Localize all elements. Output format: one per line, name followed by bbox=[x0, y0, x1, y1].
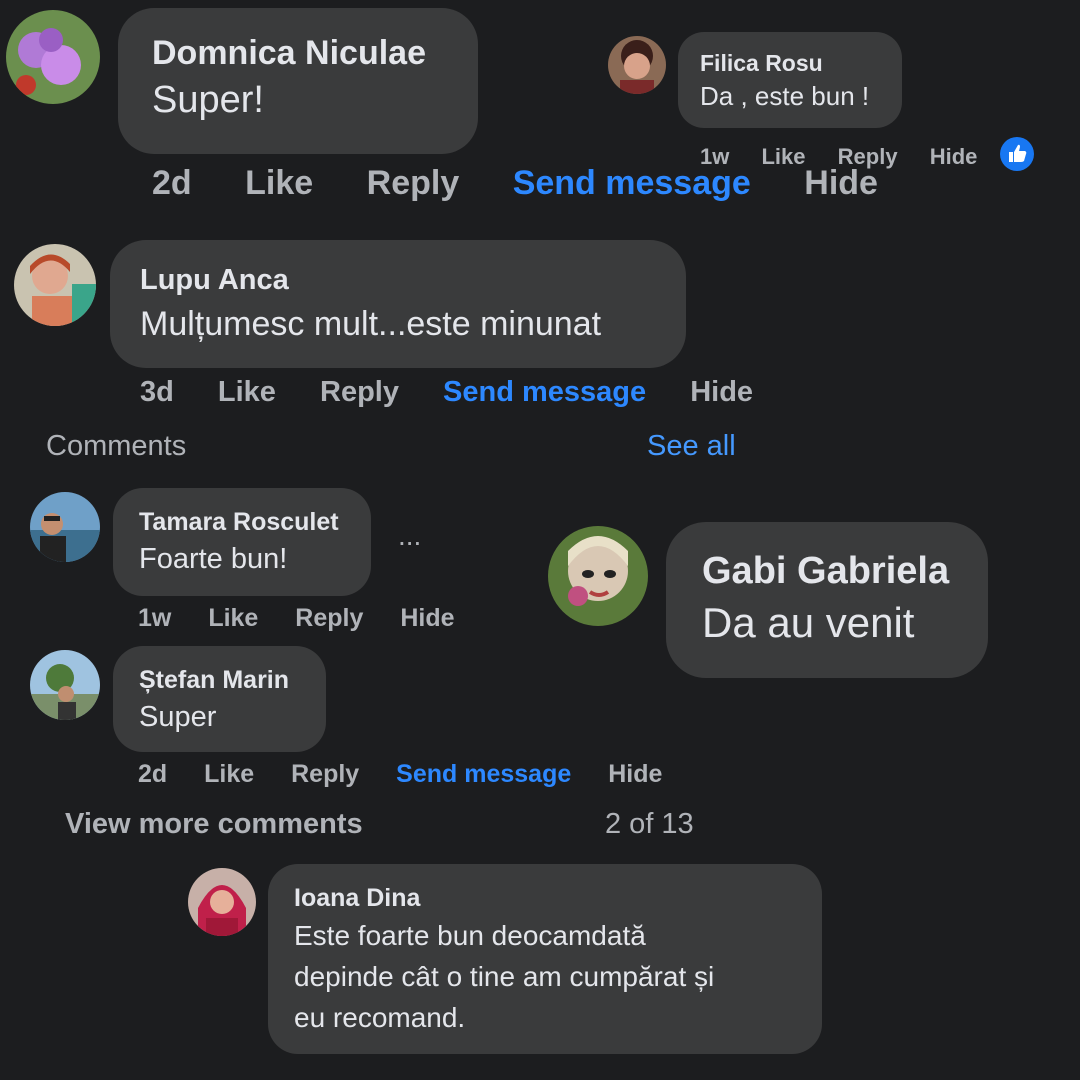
view-more-comments-link[interactable]: View more comments bbox=[65, 808, 363, 841]
like-button[interactable]: Like bbox=[218, 376, 276, 408]
commenter-name[interactable]: Ioana Dina bbox=[294, 884, 796, 913]
commenter-name[interactable]: Domnica Niculae bbox=[152, 34, 444, 73]
hide-button[interactable]: Hide bbox=[690, 376, 753, 408]
like-button[interactable]: Like bbox=[208, 604, 258, 632]
comment-actions: 2d Like Reply Send message Hide bbox=[138, 760, 662, 789]
reply-button[interactable]: Reply bbox=[838, 144, 898, 169]
avatar[interactable] bbox=[548, 526, 648, 626]
reply-button[interactable]: Reply bbox=[320, 376, 399, 408]
comment-bubble: Gabi Gabriela Da au venit bbox=[666, 522, 988, 678]
comment-count: 2 of 13 bbox=[605, 808, 694, 840]
hide-button[interactable]: Hide bbox=[400, 604, 454, 632]
avatar[interactable] bbox=[188, 868, 256, 936]
avatar[interactable] bbox=[30, 492, 100, 562]
comment-text: Mulțumesc mult...este minunat bbox=[140, 305, 602, 343]
comment-bubble: Lupu Anca Mulțumesc mult...este minunat bbox=[110, 240, 686, 368]
reply-button[interactable]: Reply bbox=[367, 164, 460, 202]
commenter-name[interactable]: Lupu Anca bbox=[140, 264, 656, 297]
comment-text: Super! bbox=[152, 79, 264, 121]
commenter-name[interactable]: Filica Rosu bbox=[700, 50, 880, 77]
comment-actions: 1w Like Reply Hide bbox=[700, 144, 977, 170]
timestamp[interactable]: 3d bbox=[140, 376, 174, 408]
commenter-name[interactable]: Tamara Rosculet bbox=[139, 508, 345, 537]
send-message-link[interactable]: Send message bbox=[396, 760, 571, 788]
avatar[interactable] bbox=[30, 650, 100, 720]
avatar[interactable] bbox=[6, 10, 100, 104]
see-all-link[interactable]: See all bbox=[647, 430, 736, 463]
comment-actions: 1w Like Reply Hide bbox=[138, 604, 455, 633]
comment-bubble: Ștefan Marin Super bbox=[113, 646, 326, 752]
comment-bubble: Domnica Niculae Super! bbox=[118, 8, 478, 154]
timestamp[interactable]: 2d bbox=[152, 164, 192, 202]
comment-text: Da au venit bbox=[702, 599, 915, 646]
comment-actions: 3d Like Reply Send message Hide bbox=[140, 376, 753, 409]
comment-bubble: Ioana Dina Este foarte bun deocamdată de… bbox=[268, 864, 822, 1054]
comment-text: Da , este bun ! bbox=[700, 81, 870, 111]
hide-button[interactable]: Hide bbox=[608, 760, 662, 788]
comment-bubble: Tamara Rosculet Foarte bun! bbox=[113, 488, 371, 596]
comment-text-line: depinde cât o tine am cumpărat și bbox=[294, 961, 715, 992]
like-button[interactable]: Like bbox=[204, 760, 254, 788]
comment-bubble: Filica Rosu Da , este bun ! bbox=[678, 32, 902, 128]
like-button[interactable]: Like bbox=[245, 164, 313, 202]
hide-button[interactable]: Hide bbox=[930, 144, 978, 169]
avatar[interactable] bbox=[14, 244, 96, 326]
reply-button[interactable]: Reply bbox=[291, 760, 359, 788]
reply-button[interactable]: Reply bbox=[295, 604, 363, 632]
comment-text: Super bbox=[139, 701, 217, 733]
timestamp[interactable]: 1w bbox=[138, 604, 171, 632]
section-title: Comments bbox=[46, 430, 187, 462]
timestamp[interactable]: 2d bbox=[138, 760, 167, 788]
avatar[interactable] bbox=[608, 36, 666, 94]
more-options-icon[interactable]: ... bbox=[398, 520, 421, 552]
comment-text-line: Este foarte bun deocamdată bbox=[294, 920, 646, 951]
like-button[interactable]: Like bbox=[761, 144, 805, 169]
commenter-name[interactable]: Gabi Gabriela bbox=[702, 550, 952, 593]
commenter-name[interactable]: Ștefan Marin bbox=[139, 666, 300, 695]
thumbs-up-icon[interactable] bbox=[1000, 137, 1034, 171]
send-message-link[interactable]: Send message bbox=[443, 376, 646, 408]
timestamp[interactable]: 1w bbox=[700, 144, 729, 169]
comment-text-line: eu recomand. bbox=[294, 1002, 466, 1033]
comment-text: Foarte bun! bbox=[139, 543, 288, 575]
